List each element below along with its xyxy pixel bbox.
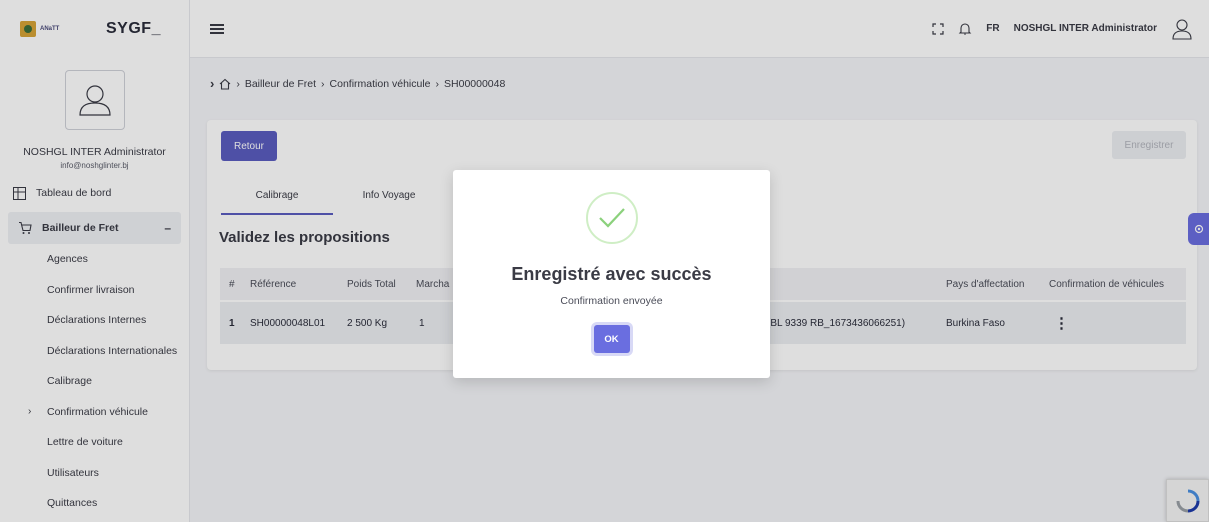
ok-button[interactable]: OK — [593, 325, 630, 353]
dialog-message: Confirmation envoyée — [560, 295, 663, 307]
success-icon — [585, 192, 638, 244]
dialog-title: Enregistré avec succès — [511, 264, 712, 284]
success-dialog: Enregistré avec succès Confirmation envo… — [453, 170, 770, 378]
